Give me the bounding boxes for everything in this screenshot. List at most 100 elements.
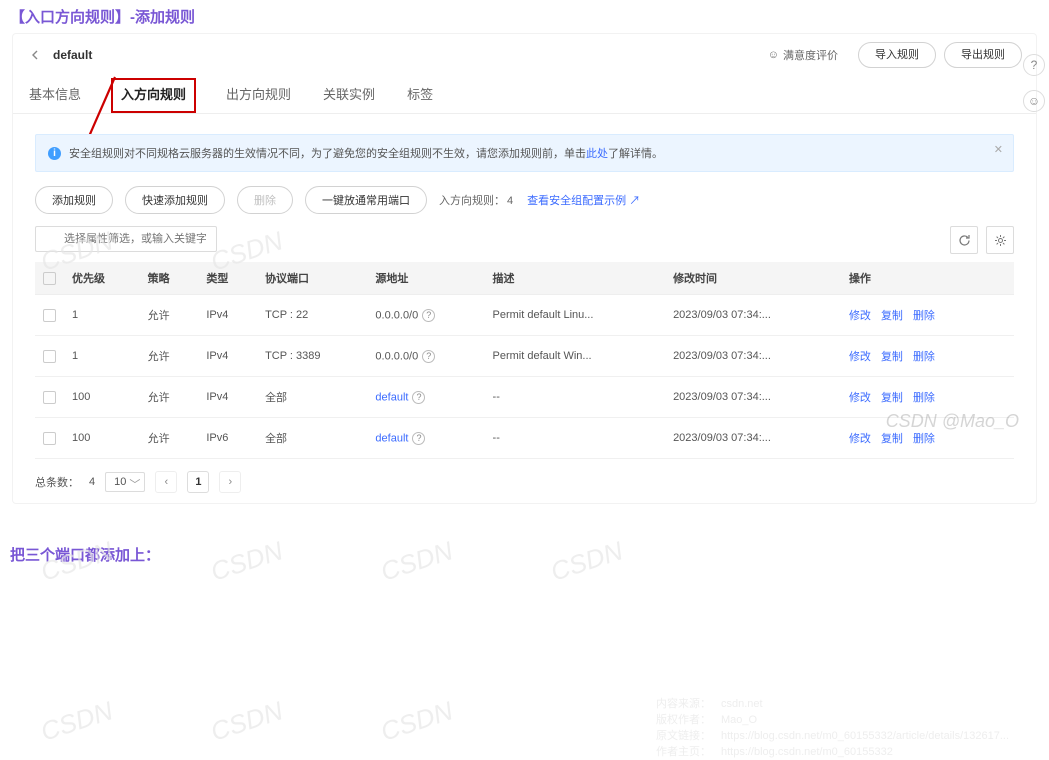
cell-priority: 1 bbox=[64, 336, 140, 377]
cell-type: IPv4 bbox=[198, 336, 257, 377]
op-modify[interactable]: 修改 bbox=[849, 433, 871, 445]
op-copy[interactable]: 复制 bbox=[881, 392, 903, 404]
search-input[interactable] bbox=[35, 226, 217, 252]
watermark-csdn: CSDN bbox=[377, 695, 457, 747]
help-button[interactable]: ? bbox=[1023, 54, 1045, 76]
rules-table: 优先级 策略 类型 协议端口 源地址 描述 修改时间 操作 1允许IPv4TCP… bbox=[35, 262, 1014, 459]
fn-label: 版权作者： bbox=[656, 712, 711, 728]
content: i 安全组规则对不同规格云服务器的生效情况不同，为了避免您的安全组规则不生效，请… bbox=[13, 114, 1036, 503]
tabs: 基本信息 入方向规则 出方向规则 关联实例 标签 bbox=[13, 72, 1036, 114]
tab-instances[interactable]: 关联实例 bbox=[321, 78, 377, 113]
tab-outbound[interactable]: 出方向规则 bbox=[224, 78, 293, 113]
table-row: 100允许IPv6全部default?--2023/09/03 07:34:..… bbox=[35, 418, 1014, 459]
cell-source[interactable]: default? bbox=[367, 418, 484, 459]
pagesize-value: 10 bbox=[114, 476, 126, 488]
help-icon[interactable]: ? bbox=[412, 391, 425, 404]
cell-ops: 修改复制删除 bbox=[841, 336, 1014, 377]
cell-source: 0.0.0.0/0? bbox=[367, 336, 484, 377]
gear-icon bbox=[994, 234, 1007, 247]
settings-button[interactable] bbox=[986, 226, 1014, 254]
import-button[interactable]: 导入规则 bbox=[858, 42, 936, 68]
table-row: 1允许IPv4TCP : 33890.0.0.0/0?Permit defaul… bbox=[35, 336, 1014, 377]
col-ops: 操作 bbox=[841, 262, 1014, 295]
cell-mtime: 2023/09/03 07:34:... bbox=[665, 418, 841, 459]
page-number[interactable]: 1 bbox=[187, 471, 209, 493]
table-row: 1允许IPv4TCP : 220.0.0.0/0?Permit default … bbox=[35, 295, 1014, 336]
cell-source[interactable]: default? bbox=[367, 377, 484, 418]
page-heading: 【入口方向规则】-添加规则 bbox=[10, 6, 1049, 27]
col-type[interactable]: 类型 bbox=[198, 262, 257, 295]
external-icon: ↗ bbox=[629, 195, 640, 207]
col-priority[interactable]: 优先级 bbox=[64, 262, 140, 295]
op-modify[interactable]: 修改 bbox=[849, 310, 871, 322]
op-copy[interactable]: 复制 bbox=[881, 433, 903, 445]
export-button[interactable]: 导出规则 bbox=[944, 42, 1022, 68]
satisfaction-label: 满意度评价 bbox=[783, 47, 838, 63]
alert-close-icon[interactable]: ✕ bbox=[994, 143, 1003, 156]
pager-total-label: 总条数： bbox=[35, 474, 79, 490]
feedback-button[interactable]: ☺ bbox=[1023, 90, 1045, 112]
row-checkbox[interactable] bbox=[43, 391, 56, 404]
breadcrumb: default bbox=[53, 48, 92, 62]
tab-tags[interactable]: 标签 bbox=[405, 78, 435, 113]
fn-value: csdn.net bbox=[721, 696, 763, 712]
cell-ops: 修改复制删除 bbox=[841, 418, 1014, 459]
op-delete[interactable]: 删除 bbox=[913, 433, 935, 445]
cell-priority: 100 bbox=[64, 377, 140, 418]
cell-type: IPv4 bbox=[198, 377, 257, 418]
satisfaction-link[interactable]: ☺ 满意度评价 bbox=[768, 47, 838, 63]
cell-port: 全部 bbox=[257, 418, 367, 459]
page-prev-button[interactable]: ‹ bbox=[155, 471, 177, 493]
cell-policy: 允许 bbox=[140, 336, 199, 377]
col-port[interactable]: 协议端口 bbox=[257, 262, 367, 295]
watermark-csdn: CSDN bbox=[37, 695, 117, 747]
fn-label: 作者主页： bbox=[656, 744, 711, 760]
op-copy[interactable]: 复制 bbox=[881, 351, 903, 363]
row-checkbox[interactable] bbox=[43, 432, 56, 445]
pager: 总条数： 4 10 ﹀ ‹ 1 › bbox=[35, 459, 1014, 493]
back-button[interactable] bbox=[27, 47, 43, 63]
cell-desc: -- bbox=[485, 377, 666, 418]
info-icon: i bbox=[48, 147, 61, 160]
fn-value: https://blog.csdn.net/m0_60155332/articl… bbox=[721, 728, 1009, 744]
op-modify[interactable]: 修改 bbox=[849, 392, 871, 404]
row-checkbox[interactable] bbox=[43, 309, 56, 322]
pagesize-select[interactable]: 10 ﹀ bbox=[105, 472, 145, 492]
cell-desc: Permit default Linu... bbox=[485, 295, 666, 336]
tab-basic[interactable]: 基本信息 bbox=[27, 78, 83, 113]
rule-count-label: 入方向规则： bbox=[439, 195, 505, 207]
quick-add-button[interactable]: 快速添加规则 bbox=[125, 186, 225, 214]
page-next-button[interactable]: › bbox=[219, 471, 241, 493]
help-icon[interactable]: ? bbox=[422, 350, 435, 363]
alert-link[interactable]: 此处 bbox=[586, 148, 608, 160]
cell-port: TCP : 3389 bbox=[257, 336, 367, 377]
cell-policy: 允许 bbox=[140, 377, 199, 418]
select-all-checkbox[interactable] bbox=[43, 272, 56, 285]
op-delete[interactable]: 删除 bbox=[913, 351, 935, 363]
cell-type: IPv4 bbox=[198, 295, 257, 336]
help-icon[interactable]: ? bbox=[422, 309, 435, 322]
col-desc[interactable]: 描述 bbox=[485, 262, 666, 295]
info-alert: i 安全组规则对不同规格云服务器的生效情况不同，为了避免您的安全组规则不生效，请… bbox=[35, 134, 1014, 172]
example-link-label: 查看安全组配置示例 bbox=[527, 195, 626, 207]
example-link[interactable]: 查看安全组配置示例 ↗ bbox=[527, 192, 640, 208]
tab-inbound[interactable]: 入方向规则 bbox=[111, 78, 196, 113]
op-copy[interactable]: 复制 bbox=[881, 310, 903, 322]
cell-ops: 修改复制删除 bbox=[841, 295, 1014, 336]
add-rule-button[interactable]: 添加规则 bbox=[35, 186, 113, 214]
refresh-button[interactable] bbox=[950, 226, 978, 254]
oneclick-button[interactable]: 一键放通常用端口 bbox=[305, 186, 427, 214]
alert-text-a: 安全组规则对不同规格云服务器的生效情况不同，为了避免您的安全组规则不生效，请您添… bbox=[69, 148, 586, 160]
chevron-down-icon: ﹀ bbox=[129, 476, 140, 492]
rule-count: 入方向规则：4 bbox=[439, 192, 515, 208]
op-modify[interactable]: 修改 bbox=[849, 351, 871, 363]
col-mtime[interactable]: 修改时间 bbox=[665, 262, 841, 295]
help-icon[interactable]: ? bbox=[412, 432, 425, 445]
op-delete[interactable]: 删除 bbox=[913, 310, 935, 322]
row-checkbox[interactable] bbox=[43, 350, 56, 363]
pager-total: 4 bbox=[89, 476, 95, 488]
op-delete[interactable]: 删除 bbox=[913, 392, 935, 404]
table-row: 100允许IPv4全部default?--2023/09/03 07:34:..… bbox=[35, 377, 1014, 418]
col-policy[interactable]: 策略 bbox=[140, 262, 199, 295]
col-source[interactable]: 源地址 bbox=[367, 262, 484, 295]
